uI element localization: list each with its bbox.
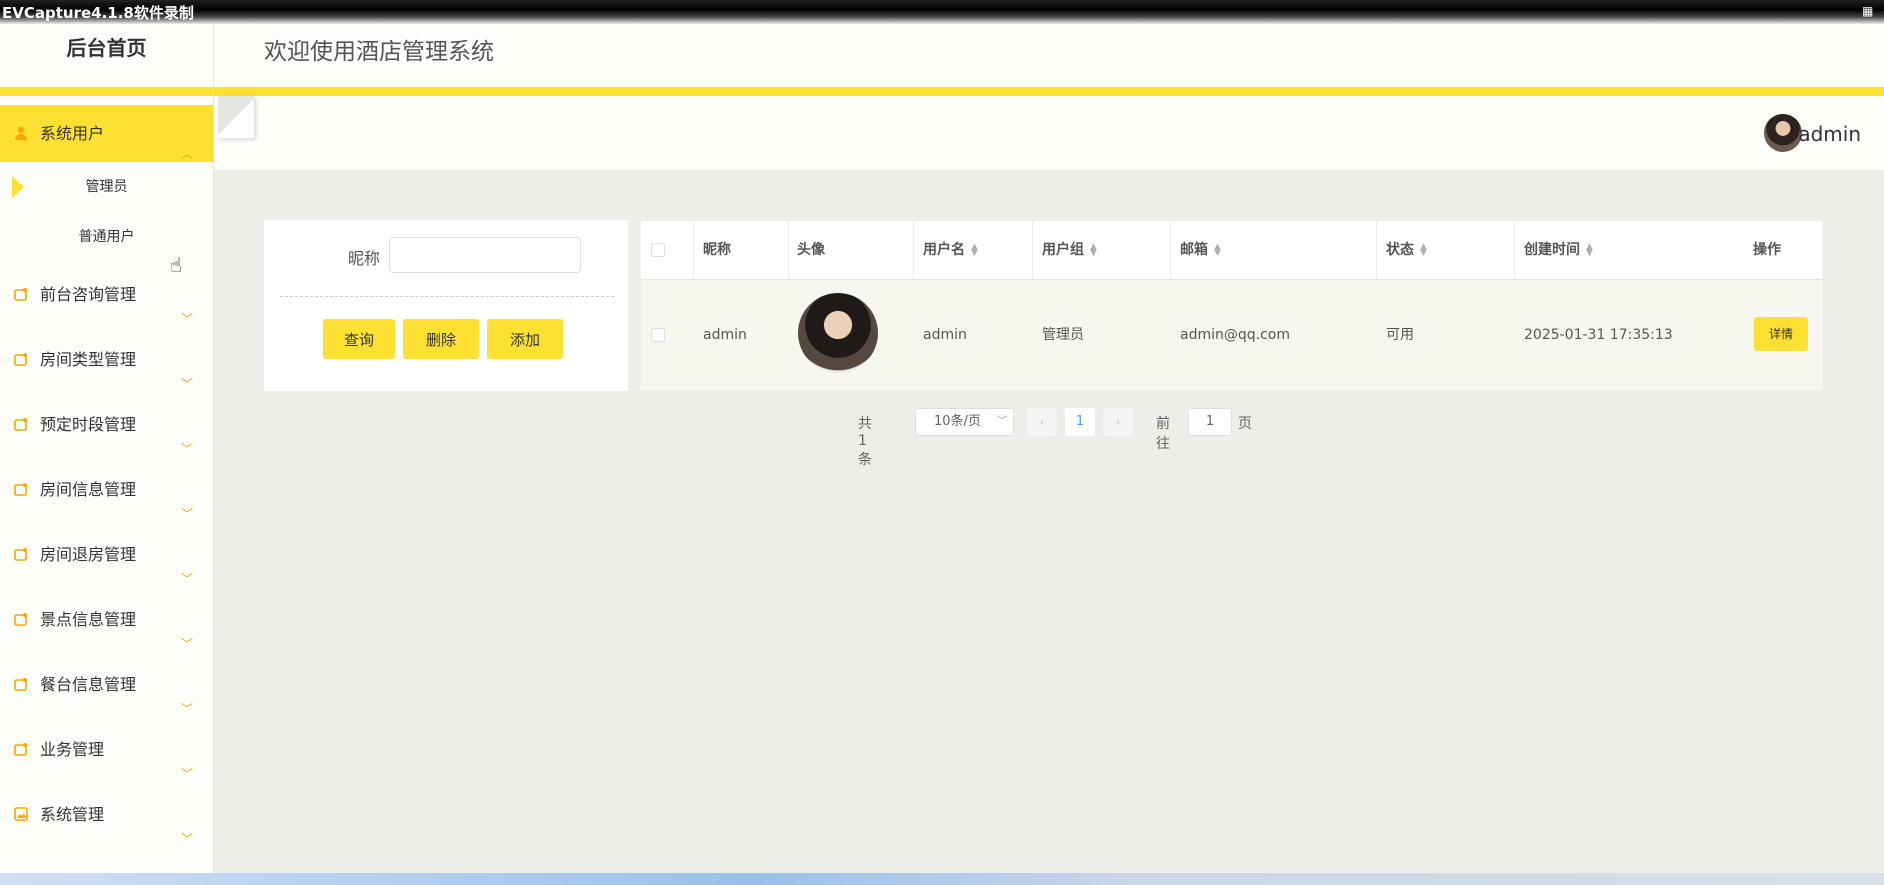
cell-nickname: admin [703,327,747,343]
column-header-label: 创建时间 [1524,242,1580,258]
sidebar-item-dining-info[interactable]: 餐台信息管理 ﹀ [0,652,213,717]
page-size-select[interactable]: 10条/页 ﹀ [915,408,1014,436]
folder-icon [14,677,27,691]
cell-email: admin@qq.com [1180,327,1290,343]
table-row: admin admin 管理员 admin@qq.com 可用 2025-01-… [641,280,1822,390]
taskbar-strip [0,873,1884,885]
sidebar-item-label: 前台咨询管理 [40,285,137,304]
next-page-button[interactable]: › [1103,408,1133,436]
sidebar-item-label: 景点信息管理 [40,610,137,629]
sidebar-item-system-users[interactable]: 系统用户 ︿ [0,105,213,162]
query-button[interactable]: 查询 [323,319,395,359]
chevron-down-icon: ﹀ [180,831,193,846]
sidebar-subitem-admin[interactable]: 管理员 [0,162,213,212]
page-suffix-label: 页 [1238,416,1252,432]
chevron-down-icon: ﹀ [997,416,1007,427]
user-table: 昵称 头像 用户名 ▲ ▼ 用户组 ▲ ▼ 邮箱 ▲ ▼ 状态 ▲ ▼ 创建时间 ▲ ▼ 操作 ad… [640,220,1823,391]
column-header-group[interactable]: 用户组 ▲ ▼ [1042,221,1097,279]
column-header-label: 用户名 [923,242,965,258]
collapse-toggle-icon[interactable] [218,96,254,138]
folder-icon [14,417,27,431]
row-checkbox[interactable] [651,328,665,342]
folder-icon [14,742,27,756]
column-header-label: 状态 [1386,242,1414,258]
cell-group: 管理员 [1042,327,1084,343]
sort-icon[interactable]: ▲ ▼ [971,243,978,258]
sort-icon[interactable]: ▲ ▼ [1586,243,1593,258]
column-header-label: 邮箱 [1180,242,1208,258]
cell-status: 可用 [1386,327,1414,343]
sidebar-brand[interactable]: 后台首页 [0,24,213,87]
sidebar-item-label: 系统管理 [40,805,105,824]
sidebar-item-label: 预定时段管理 [40,415,137,434]
user-bar: admin [214,96,1884,170]
active-indicator-icon [12,176,24,198]
sidebar-item-room-type[interactable]: 房间类型管理 ﹀ [0,327,213,392]
sort-icon[interactable]: ▲ ▼ [1214,243,1221,258]
avatar [798,293,878,373]
sort-icon[interactable]: ▲ ▼ [1420,243,1427,258]
sidebar-item-business[interactable]: 业务管理 ﹀ [0,717,213,782]
delete-button[interactable]: 删除 [403,319,479,359]
column-header-email[interactable]: 邮箱 ▲ ▼ [1180,221,1221,279]
folder-icon [14,287,27,301]
nickname-label: 昵称 [348,249,381,268]
sidebar-item-label: 系统用户 [40,124,105,143]
sidebar-menu: 系统用户 ︿ 管理员 普通用户 前台咨询管理 ﹀ 房间类型管理 ﹀ 预定时段管理… [0,105,213,847]
sidebar-subitem-label: 普通用户 [78,229,135,245]
sidebar-item-label: 房间退房管理 [40,545,137,564]
capture-bar: EVCapture4.1.8软件录制 ▦ [0,0,1884,24]
username-label[interactable]: admin [1798,122,1861,146]
table-header: 昵称 头像 用户名 ▲ ▼ 用户组 ▲ ▼ 邮箱 ▲ ▼ 状态 ▲ ▼ 创建时间 ▲ ▼ 操作 [641,221,1822,280]
search-panel: 昵称 查询 删除 添加 [264,220,628,391]
select-all-checkbox[interactable] [651,243,665,257]
sidebar-item-label: 餐台信息管理 [40,675,137,694]
column-header-created[interactable]: 创建时间 ▲ ▼ [1524,221,1593,279]
sidebar-item-label: 业务管理 [40,740,105,759]
column-header-status[interactable]: 状态 ▲ ▼ [1386,221,1427,279]
column-header-username[interactable]: 用户名 ▲ ▼ [923,221,978,279]
sidebar-item-label: 房间信息管理 [40,480,137,499]
avatar[interactable] [1764,114,1802,152]
cell-username: admin [923,327,967,343]
nickname-input[interactable] [389,237,581,273]
header-divider [214,87,1884,96]
folder-icon [14,612,27,626]
add-button[interactable]: 添加 [487,319,563,359]
divider [280,296,614,297]
sidebar-item-checkout[interactable]: 房间退房管理 ﹀ [0,522,213,587]
goto-label: 前往 [1156,416,1170,452]
column-header-label: 用户组 [1042,242,1084,258]
detail-button[interactable]: 详情 [1754,317,1808,351]
goto-page-input[interactable]: 1 [1188,408,1232,436]
pagination-total: 共 1 条 [858,416,872,468]
capture-title: EVCapture4.1.8软件录制 [2,4,194,22]
folder-icon [14,547,27,561]
page-number[interactable]: 1 [1065,408,1095,436]
hand-cursor-icon: ☝ [170,253,183,277]
restore-icon[interactable]: ▦ [1862,4,1880,18]
top-header: 欢迎使用酒店管理系统 [214,24,1884,87]
sidebar-item-label: 房间类型管理 [40,350,137,369]
sidebar-item-system[interactable]: 系统管理 ﹀ [0,782,213,847]
page-title: 欢迎使用酒店管理系统 [264,39,494,65]
sidebar-item-scenic-info[interactable]: 景点信息管理 ﹀ [0,587,213,652]
prev-page-button[interactable]: ‹ [1027,408,1057,436]
folder-icon [14,482,27,496]
page-size-value: 10条/页 [934,414,981,429]
sort-icon[interactable]: ▲ ▼ [1090,243,1097,258]
sidebar-subitem-label: 管理员 [85,179,128,195]
sidebar: 后台首页 系统用户 ︿ 管理员 普通用户 前台咨询管理 ﹀ 房间类型管理 ﹀ 预… [0,24,214,877]
cell-created: 2025-01-31 17:35:13 [1524,327,1673,343]
brand-divider [0,87,213,96]
column-header-nickname: 昵称 [703,242,731,258]
folder-icon [14,352,27,366]
column-header-avatar: 头像 [797,242,825,258]
user-icon [15,126,27,140]
sidebar-item-room-info[interactable]: 房间信息管理 ﹀ [0,457,213,522]
column-header-actions: 操作 [1753,242,1781,258]
sidebar-item-booking-period[interactable]: 预定时段管理 ﹀ [0,392,213,457]
image-icon [14,806,28,821]
